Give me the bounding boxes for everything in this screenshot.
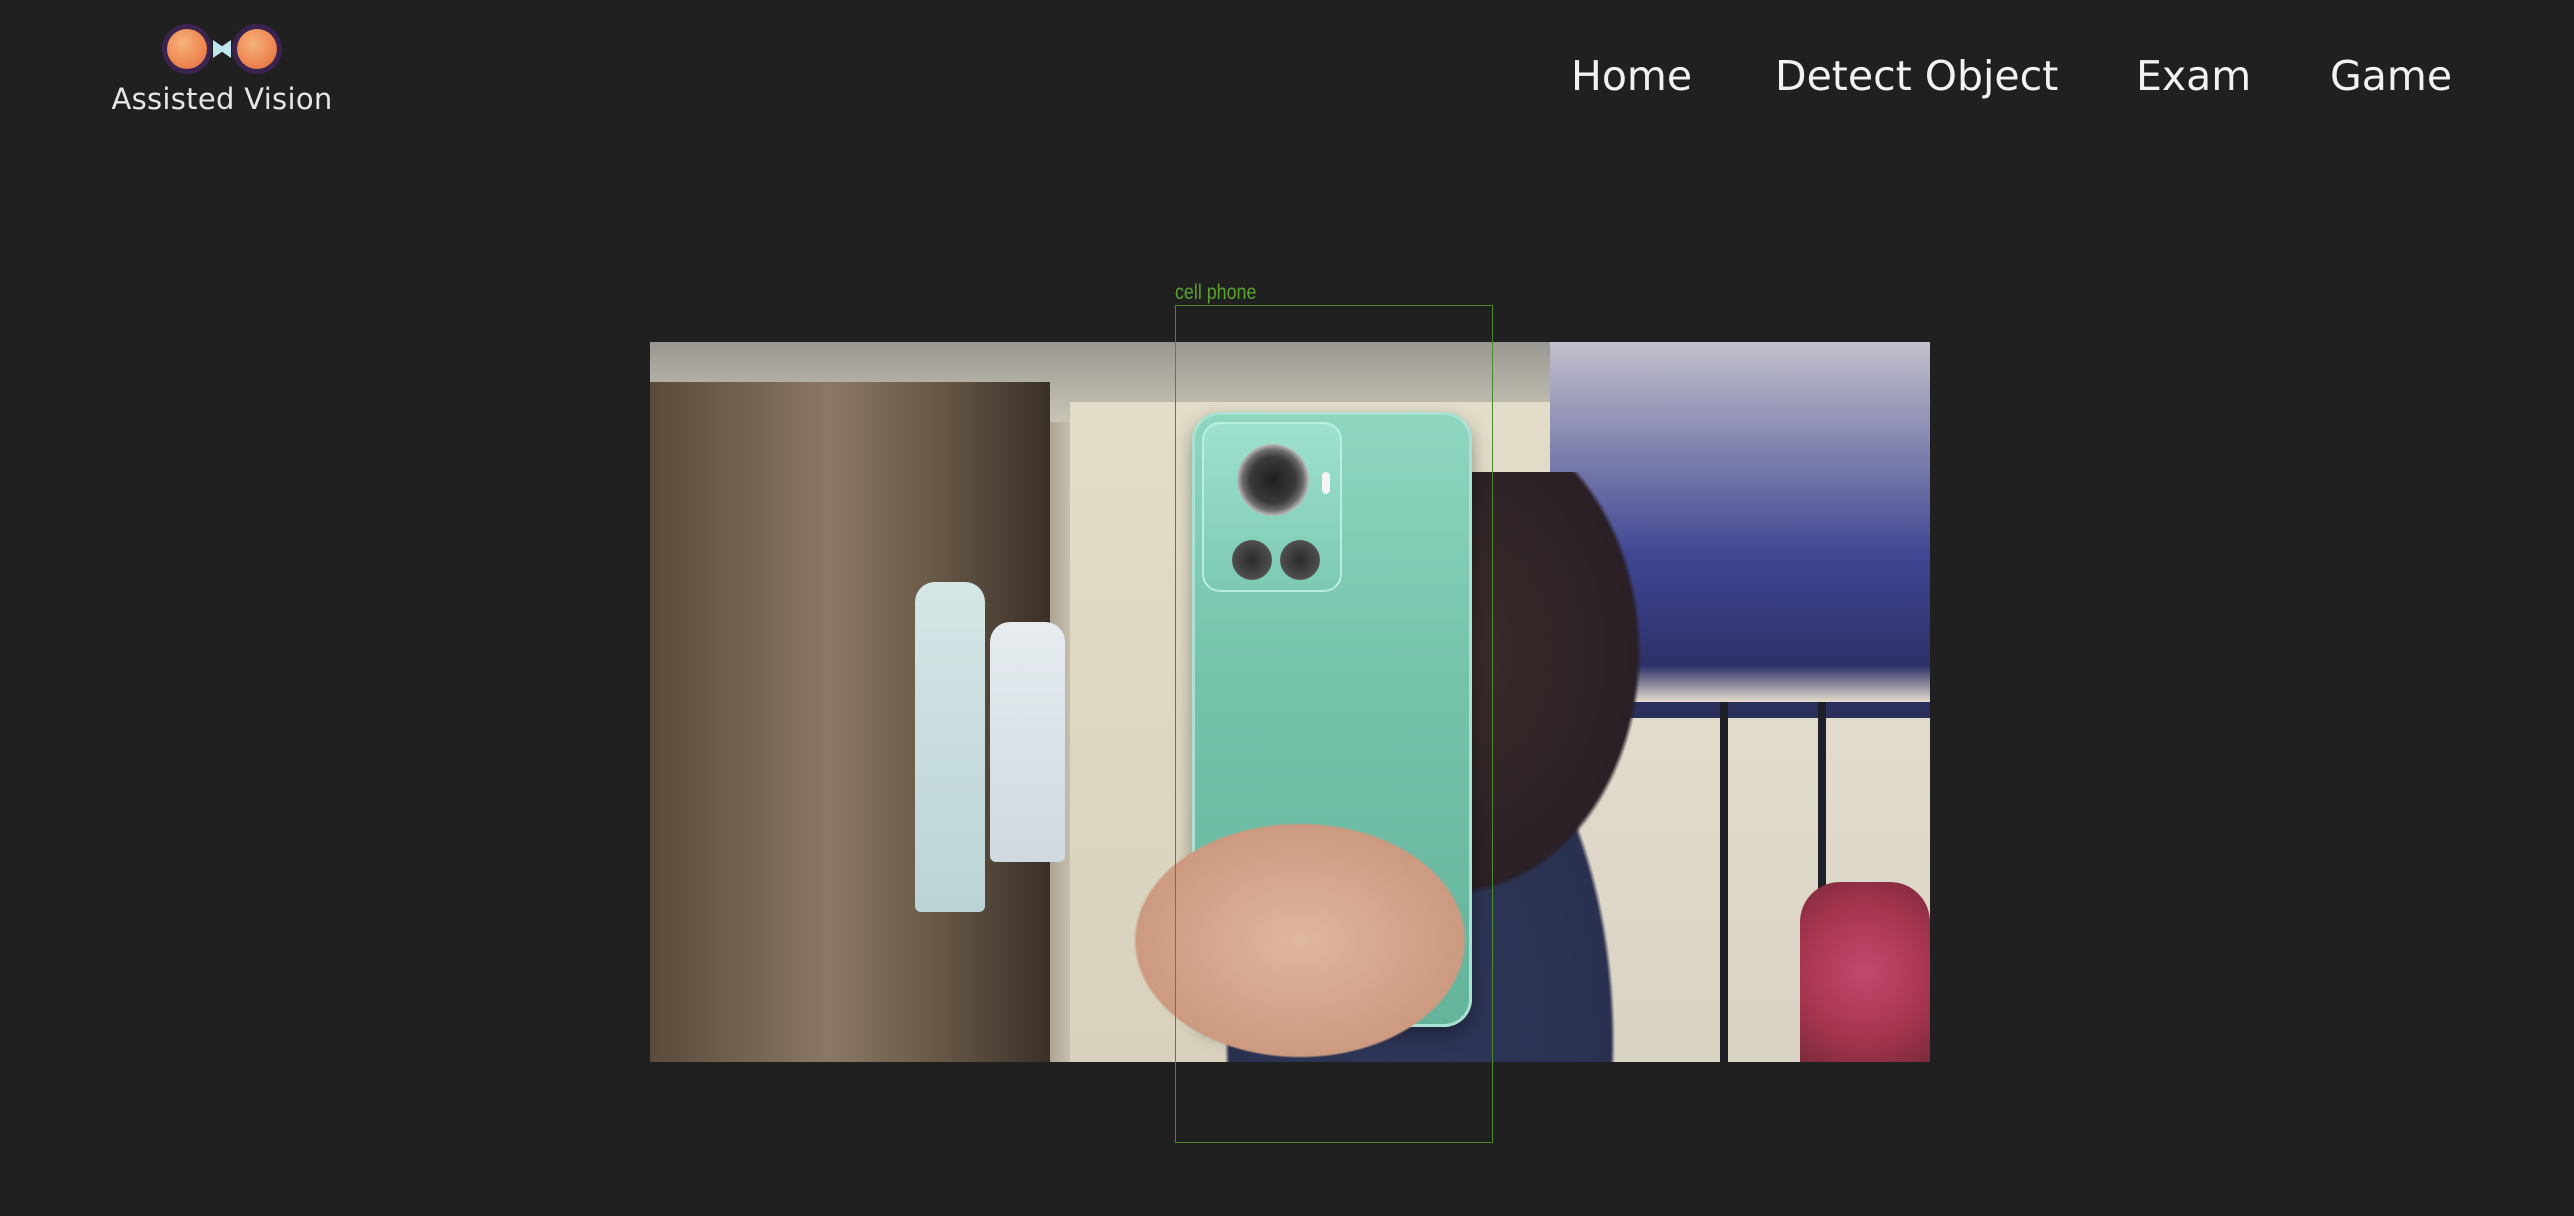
- binoculars-right-lens: [237, 29, 277, 69]
- feed-shirt: [990, 622, 1065, 862]
- feed-shirt: [915, 582, 985, 912]
- brand-logo[interactable]: Assisted Vision: [104, 22, 340, 116]
- nav-exam-link[interactable]: Exam: [2136, 52, 2251, 100]
- app: Assisted Vision Home Detect Object Exam …: [0, 0, 2574, 1216]
- feed-pillow: [1800, 882, 1930, 1062]
- binoculars-icon: [163, 22, 281, 76]
- detection-label: cell phone: [1175, 281, 1257, 304]
- nav-detect-object-link[interactable]: Detect Object: [1775, 52, 2058, 100]
- nav-game-link[interactable]: Game: [2330, 52, 2452, 100]
- brand-name: Assisted Vision: [111, 82, 333, 116]
- nav-home-link[interactable]: Home: [1571, 52, 1692, 100]
- binoculars-left-lens: [167, 29, 207, 69]
- detection-bounding-box: [1175, 305, 1493, 1143]
- binoculars-bridge: [213, 40, 231, 58]
